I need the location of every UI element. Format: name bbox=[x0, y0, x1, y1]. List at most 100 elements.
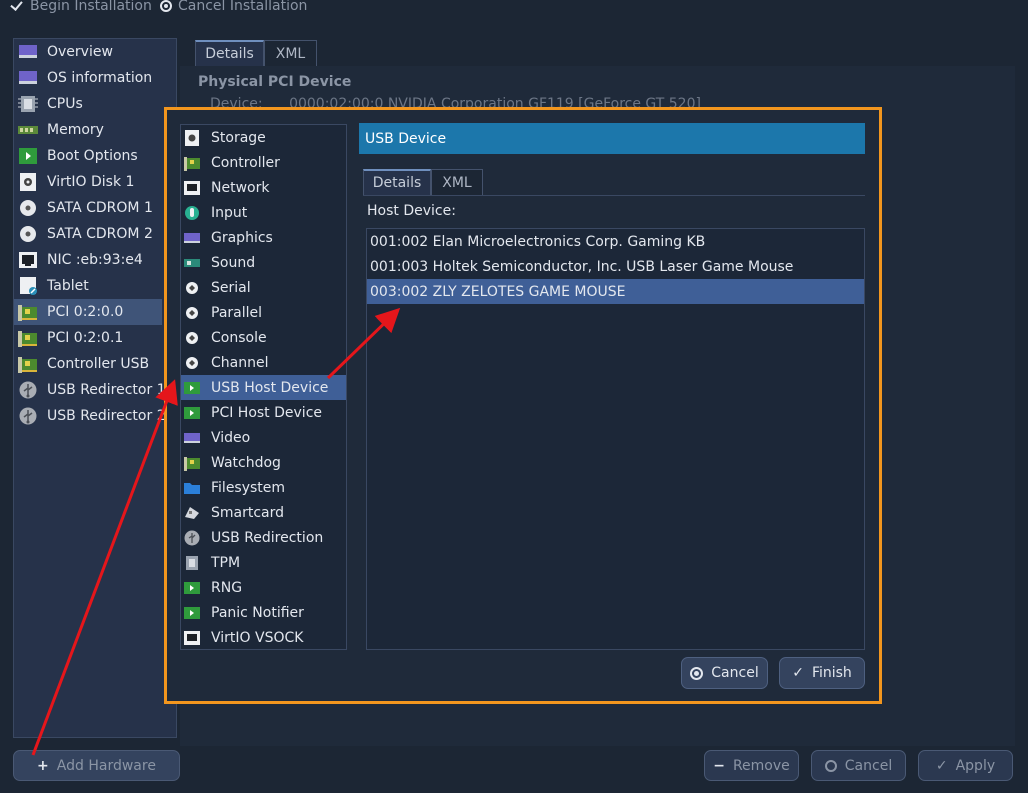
add-hardware-button[interactable]: + Add Hardware bbox=[13, 750, 180, 781]
tab-divider bbox=[363, 195, 865, 196]
cancel-installation-label: Cancel Installation bbox=[178, 0, 308, 14]
input-icon bbox=[185, 205, 199, 220]
sound-icon bbox=[184, 258, 200, 267]
usb-redirect-icon bbox=[184, 530, 200, 545]
sidebar-item-os-information[interactable]: OS information bbox=[14, 65, 162, 91]
hardware-type-usb-host-device[interactable]: USB Host Device bbox=[181, 375, 346, 400]
controller-icon bbox=[184, 156, 200, 171]
cdrom-icon bbox=[20, 200, 36, 216]
host-device-label: Host Device: bbox=[367, 203, 456, 219]
hardware-type-pci-host-device[interactable]: PCI Host Device bbox=[181, 400, 346, 425]
hardware-type-parallel[interactable]: Parallel bbox=[181, 300, 346, 325]
hardware-type-panic-notifier[interactable]: Panic Notifier bbox=[181, 600, 346, 625]
begin-installation-button[interactable]: Begin Installation bbox=[10, 0, 152, 15]
tab-xml[interactable]: XML bbox=[264, 40, 317, 66]
hardware-type-tpm[interactable]: TPM bbox=[181, 550, 346, 575]
hardware-type-video[interactable]: Video bbox=[181, 425, 346, 450]
sidebar-item-usb-redirector-1[interactable]: USB Redirector 1 bbox=[14, 377, 166, 403]
boot-icon bbox=[19, 148, 37, 164]
dialog-cancel-label: Cancel bbox=[711, 665, 759, 681]
cancel-installation-button[interactable]: Cancel Installation bbox=[160, 0, 307, 15]
sidebar-item-tablet[interactable]: Tablet bbox=[14, 273, 162, 299]
sidebar-item-label: Controller USB bbox=[47, 356, 150, 372]
check-icon: ✓ bbox=[792, 665, 804, 681]
hardware-type-storage[interactable]: Storage bbox=[181, 125, 346, 150]
hardware-type-channel[interactable]: Channel bbox=[181, 350, 346, 375]
smartcard-icon bbox=[185, 506, 199, 519]
host-device-row[interactable]: 001:003 Holtek Semiconductor, Inc. USB L… bbox=[367, 254, 864, 279]
sidebar-item-sata-cdrom-1[interactable]: SATA CDROM 1 bbox=[14, 195, 162, 221]
disk-icon bbox=[20, 173, 36, 191]
channel-icon bbox=[186, 356, 198, 369]
hardware-type-usb-redirection[interactable]: USB Redirection bbox=[181, 525, 346, 550]
tab-label: Details bbox=[372, 175, 422, 191]
sidebar-item-sata-cdrom-2[interactable]: SATA CDROM 2 bbox=[14, 221, 162, 247]
tab-details[interactable]: Details bbox=[195, 40, 264, 66]
hardware-type-smartcard[interactable]: Smartcard bbox=[181, 500, 346, 525]
sidebar-item-usb-redirector-2[interactable]: USB Redirector 2 bbox=[14, 403, 166, 429]
hardware-type-filesystem[interactable]: Filesystem bbox=[181, 475, 346, 500]
begin-installation-label: Begin Installation bbox=[30, 0, 152, 14]
sidebar-item-pci-0201[interactable]: PCI 0:2:0.1 bbox=[14, 325, 162, 351]
hardware-type-label: PCI Host Device bbox=[211, 404, 323, 421]
hardware-type-controller[interactable]: Controller bbox=[181, 150, 346, 175]
tablet-icon bbox=[20, 277, 37, 295]
sidebar-item-memory[interactable]: Memory bbox=[14, 117, 162, 143]
finish-button[interactable]: ✓ Finish bbox=[779, 657, 865, 689]
vsock-icon bbox=[184, 630, 200, 645]
cancel-button[interactable]: Cancel bbox=[811, 750, 906, 781]
hardware-type-label: Storage bbox=[211, 129, 266, 146]
sidebar-item-pci-0200[interactable]: PCI 0:2:0.0 bbox=[14, 299, 162, 325]
sidebar-item-label: PCI 0:2:0.1 bbox=[47, 330, 124, 346]
sidebar-item-label: PCI 0:2:0.0 bbox=[47, 304, 124, 320]
panic-icon bbox=[184, 606, 200, 619]
hardware-type-graphics[interactable]: Graphics bbox=[181, 225, 346, 250]
apply-button[interactable]: ✓ Apply bbox=[918, 750, 1013, 781]
check-icon: ✓ bbox=[935, 757, 948, 774]
console-icon bbox=[186, 331, 198, 344]
dialog-tab-details[interactable]: Details bbox=[363, 169, 431, 195]
hardware-type-rng[interactable]: RNG bbox=[181, 575, 346, 600]
hardware-type-console[interactable]: Console bbox=[181, 325, 346, 350]
hardware-type-watchdog[interactable]: Watchdog bbox=[181, 450, 346, 475]
hardware-type-label: Console bbox=[211, 329, 267, 346]
hardware-type-serial[interactable]: Serial bbox=[181, 275, 346, 300]
hardware-type-sound[interactable]: Sound bbox=[181, 250, 346, 275]
sidebar-item-nic[interactable]: NIC :eb:93:e4 bbox=[14, 247, 162, 273]
remove-button[interactable]: − Remove bbox=[704, 750, 799, 781]
hardware-type-label: Sound bbox=[211, 254, 256, 271]
check-icon bbox=[10, 0, 24, 13]
hardware-type-label: Graphics bbox=[211, 229, 273, 246]
pci-host-icon bbox=[184, 406, 200, 419]
dialog-cancel-button[interactable]: Cancel bbox=[681, 657, 768, 689]
sidebar-item-cpus[interactable]: CPUs bbox=[14, 91, 162, 117]
hardware-type-label: Smartcard bbox=[211, 504, 285, 521]
sidebar-item-virtio-disk[interactable]: VirtIO Disk 1 bbox=[14, 169, 162, 195]
sidebar-item-boot-options[interactable]: Boot Options bbox=[14, 143, 162, 169]
cancel-circle-icon bbox=[690, 666, 704, 680]
hardware-type-network[interactable]: Network bbox=[181, 175, 346, 200]
serial-icon bbox=[186, 281, 198, 294]
usb-redirect-icon bbox=[19, 407, 37, 425]
hardware-type-label: USB Host Device bbox=[211, 379, 329, 396]
graphics-icon bbox=[184, 232, 200, 243]
network-icon bbox=[184, 180, 200, 195]
sidebar-item-overview[interactable]: Overview bbox=[14, 39, 162, 65]
hardware-type-label: Channel bbox=[211, 354, 269, 371]
hardware-type-label: Filesystem bbox=[211, 479, 286, 496]
host-device-row-selected[interactable]: 003:002 ZLY ZELOTES GAME MOUSE bbox=[367, 279, 864, 304]
finish-label: Finish bbox=[811, 665, 852, 681]
watchdog-icon bbox=[184, 456, 200, 471]
hardware-type-label: Controller bbox=[211, 154, 280, 171]
hardware-type-input[interactable]: Input bbox=[181, 200, 346, 225]
hardware-type-virtio-vsock[interactable]: VirtIO VSOCK bbox=[181, 625, 346, 650]
host-device-row[interactable]: 001:002 Elan Microelectronics Corp. Gami… bbox=[367, 229, 864, 254]
sidebar-item-controller-usb[interactable]: Controller USB bbox=[14, 351, 162, 377]
host-device-list: 001:002 Elan Microelectronics Corp. Gami… bbox=[366, 228, 865, 650]
cancel-circle-icon bbox=[160, 0, 172, 12]
dialog-tab-xml[interactable]: XML bbox=[431, 169, 483, 195]
tab-label: Details bbox=[205, 46, 254, 62]
hardware-type-label: TPM bbox=[211, 554, 241, 571]
hardware-type-label: Panic Notifier bbox=[211, 604, 304, 621]
monitor-icon bbox=[19, 71, 37, 84]
